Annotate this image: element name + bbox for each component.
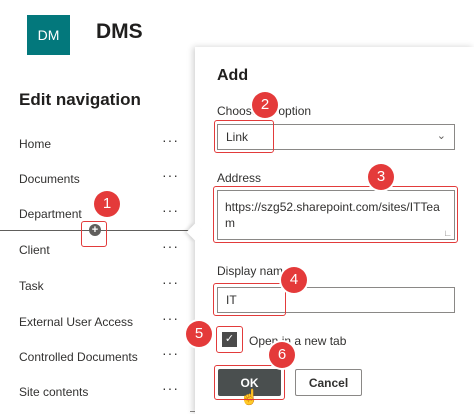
nav-item-label: Task xyxy=(19,279,44,293)
step-marker-2: 2 xyxy=(252,92,278,118)
more-options-icon[interactable]: ··· xyxy=(162,167,179,183)
highlight-address xyxy=(213,186,458,243)
more-options-icon[interactable]: ··· xyxy=(162,345,179,361)
step-marker-6: 6 xyxy=(269,342,295,368)
nav-item-label: Department xyxy=(19,207,82,221)
highlight-choose-option xyxy=(214,120,274,153)
highlight-ok-button xyxy=(214,365,285,400)
highlight-add-link xyxy=(81,221,107,247)
more-options-icon[interactable]: ··· xyxy=(162,132,179,148)
highlight-display-name xyxy=(213,283,286,316)
more-options-icon[interactable]: ··· xyxy=(162,274,179,290)
nav-item-label: External User Access xyxy=(19,315,134,329)
nav-item-external-user-access[interactable]: External User Access ··· xyxy=(19,310,179,332)
panel-title: Add xyxy=(217,67,249,84)
more-options-icon[interactable]: ··· xyxy=(162,310,179,326)
nav-item-controlled-documents[interactable]: Controlled Documents ··· xyxy=(19,345,179,367)
open-new-tab-label[interactable]: Open in a new tab xyxy=(249,334,346,348)
nav-item-label: Site contents xyxy=(19,385,89,399)
site-logo[interactable]: DM xyxy=(27,15,70,55)
nav-item-label: Documents xyxy=(19,172,80,186)
nav-item-label: Client xyxy=(19,243,50,257)
nav-item-label: Controlled Documents xyxy=(19,350,138,364)
step-marker-4: 4 xyxy=(281,267,307,293)
edit-navigation-title: Edit navigation xyxy=(19,90,141,109)
more-options-icon[interactable]: ··· xyxy=(162,380,179,396)
step-marker-5: 5 xyxy=(186,321,212,347)
nav-item-home[interactable]: Home ··· xyxy=(19,132,179,154)
nav-item-documents[interactable]: Documents ··· xyxy=(19,167,179,189)
site-title[interactable]: DMS xyxy=(96,20,143,44)
nav-item-task[interactable]: Task ··· xyxy=(19,274,179,296)
step-marker-3: 3 xyxy=(368,164,394,190)
cancel-button[interactable]: Cancel xyxy=(295,369,362,396)
address-label: Address xyxy=(217,171,262,185)
nav-item-site-contents[interactable]: Site contents ··· xyxy=(19,380,179,402)
step-marker-1: 1 xyxy=(94,191,120,217)
highlight-checkbox xyxy=(216,326,243,353)
display-name-label: Display name xyxy=(217,264,290,278)
chevron-down-icon: ⌄ xyxy=(436,130,446,142)
nav-item-label: Home xyxy=(19,137,52,151)
more-options-icon[interactable]: ··· xyxy=(162,202,179,218)
more-options-icon[interactable]: ··· xyxy=(162,238,179,254)
